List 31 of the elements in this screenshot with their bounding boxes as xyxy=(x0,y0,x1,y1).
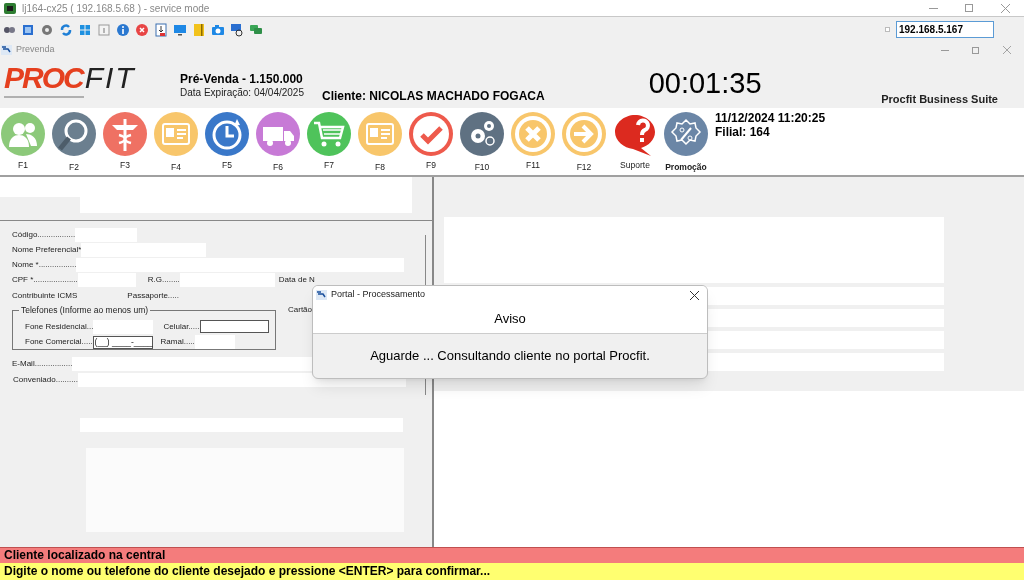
field-label: Passaporte..... xyxy=(127,290,179,302)
field-label: E-Mail................. xyxy=(12,358,73,370)
dialog-heading: Aviso xyxy=(494,309,526,328)
client-name: Cliente: NICOLAS MACHADO FOGACA xyxy=(322,88,545,105)
suite-name: Procfit Business Suite xyxy=(881,92,998,107)
field-label: Nome *................. xyxy=(12,258,77,271)
status-message: Cliente localizado na central xyxy=(0,547,1024,563)
sale-number: Pré-Venda - 1.150.000 xyxy=(180,72,304,86)
field-label: Nome Preferencial* xyxy=(12,243,82,256)
branch: Filial: 164 xyxy=(715,125,771,139)
date-time: 11/12/2024 11:20:25 xyxy=(715,111,826,125)
timer: 00:01:35 xyxy=(648,66,762,100)
field-label: Data de N xyxy=(278,274,315,286)
field-label: Ramal..... xyxy=(160,336,195,348)
logo: PROCFIT xyxy=(4,63,146,103)
status-hint: Digite o nome ou telefone do cliente desejado e pressione <ENTER> para confirmar... xyxy=(0,563,1024,580)
dialog-message: Aguarde ... Consultando cliente no portal Procfit. xyxy=(370,347,650,366)
field-label: Contribuinte ICMS xyxy=(12,290,78,302)
field-label: Celular..... xyxy=(163,320,200,333)
window-title: Prevenda xyxy=(16,43,55,57)
field-label: Código................. xyxy=(12,228,76,241)
field-label: R.G........ xyxy=(147,274,180,286)
field-label: Fone Comercial..... xyxy=(25,336,93,348)
field-label: Conveniado.......... xyxy=(12,374,78,386)
expiry-date: Data Expiração: 04/04/2025 xyxy=(180,86,304,99)
field-label: Fone Residencial... xyxy=(25,320,94,333)
field-label: Cartão xyxy=(288,304,312,316)
group-legend: Telefones (Informe ao menos um) xyxy=(19,304,151,316)
window-title: lj164-cx25 ( 192.168.5.68 ) - service mode xyxy=(22,1,210,16)
field-label: CPF *.................... xyxy=(12,274,78,286)
dialog-title: Portal - Processamento xyxy=(331,288,426,302)
